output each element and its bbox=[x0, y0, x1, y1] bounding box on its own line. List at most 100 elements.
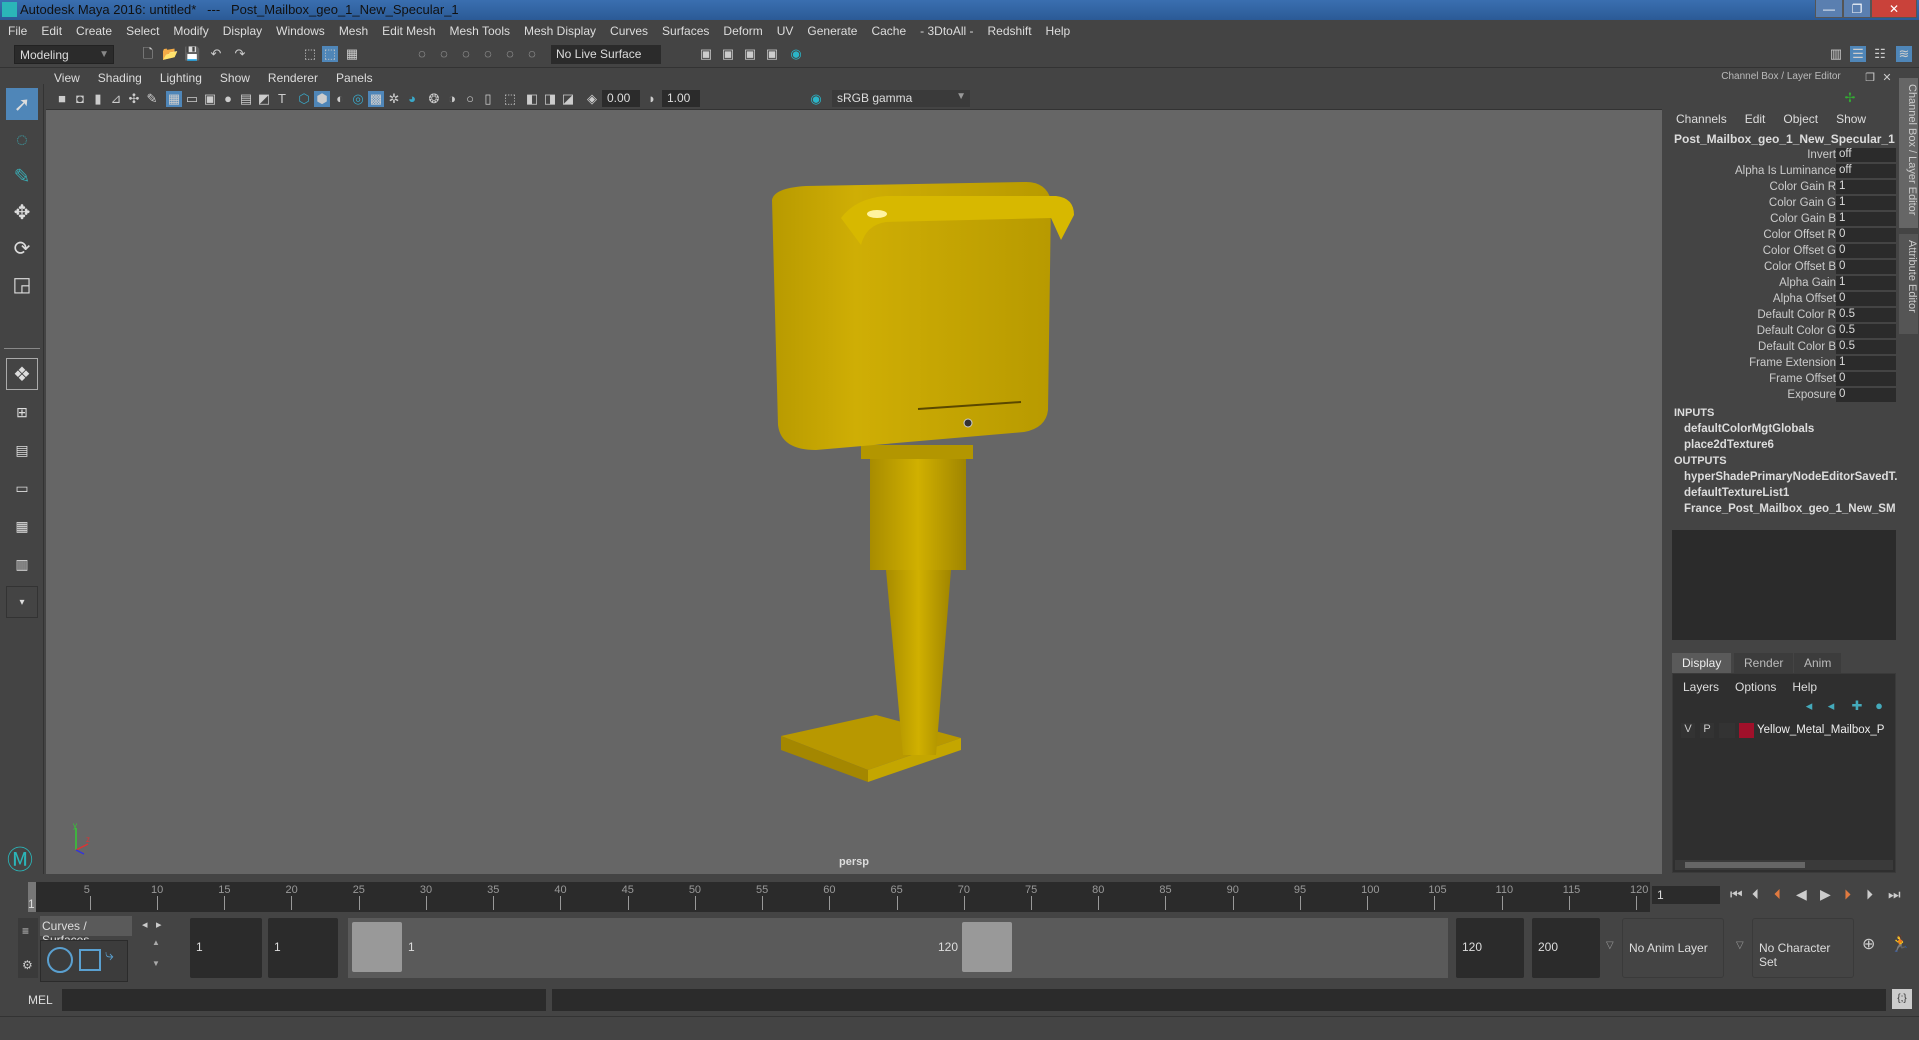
playback-start-field[interactable]: 1 bbox=[268, 918, 338, 978]
shelf-settings-gear-icon[interactable]: ⚙ bbox=[22, 958, 33, 972]
wireframe-icon[interactable]: ⬡ bbox=[296, 91, 312, 107]
modeling-toolkit-icon[interactable]: ▥ bbox=[1828, 46, 1844, 62]
attr-row[interactable]: Color Offset G0 bbox=[1664, 244, 1898, 260]
color-management-toggle-icon[interactable]: ◉ bbox=[808, 91, 824, 107]
attr-value[interactable]: 0 bbox=[1836, 372, 1896, 387]
single-view-layout-icon[interactable]: ❖ bbox=[6, 358, 38, 390]
shelf-menu-icon[interactable]: ≡ bbox=[22, 924, 29, 938]
move-layer-down-icon[interactable]: ◂ bbox=[1823, 698, 1839, 714]
exposure-field[interactable]: 0.00 bbox=[602, 90, 640, 107]
layer-row[interactable]: V P Yellow_Metal_Mailbox_P bbox=[1675, 722, 1895, 740]
shelf-scroll-down-icon[interactable]: ▼ bbox=[152, 959, 162, 968]
snap-point-icon[interactable]: ◌ bbox=[458, 46, 474, 62]
select-tool-icon[interactable]: ➚ bbox=[6, 88, 38, 120]
range-slider[interactable]: 1 120 bbox=[348, 918, 1448, 978]
output-node[interactable]: hyperShadePrimaryNodeEditorSavedT... bbox=[1684, 471, 1904, 483]
attr-value[interactable]: 1 bbox=[1836, 180, 1896, 195]
tab-anim[interactable]: Anim bbox=[1794, 653, 1842, 673]
viewport-menu-view[interactable]: View bbox=[54, 71, 80, 85]
xray-icon[interactable]: ◎ bbox=[350, 91, 366, 107]
menu-edit-mesh[interactable]: Edit Mesh bbox=[382, 24, 435, 38]
layer-menu-layers[interactable]: Layers bbox=[1683, 680, 1719, 694]
play-backwards-icon[interactable]: ◀ bbox=[1796, 886, 1807, 903]
cb-menu-edit[interactable]: Edit bbox=[1745, 112, 1766, 126]
menu-windows[interactable]: Windows bbox=[276, 24, 325, 38]
attr-row[interactable]: Color Gain G1 bbox=[1664, 196, 1898, 212]
attr-value[interactable]: 1 bbox=[1836, 196, 1896, 211]
attr-row[interactable]: Invert off bbox=[1664, 148, 1898, 164]
animation-end-field[interactable]: 200 bbox=[1532, 918, 1600, 978]
open-scene-icon[interactable]: 📂 bbox=[162, 46, 178, 62]
character-set-selector[interactable]: No Character Set bbox=[1752, 918, 1854, 978]
paint-select-tool-icon[interactable]: ✎ bbox=[6, 160, 38, 192]
resolution-gate-icon[interactable]: ▣ bbox=[202, 91, 218, 107]
new-layer-selected-icon[interactable]: ● bbox=[1871, 698, 1887, 714]
hypershade-layout-icon[interactable]: ▦ bbox=[6, 510, 38, 542]
viewport-menu-shading[interactable]: Shading bbox=[98, 71, 142, 85]
restore-button[interactable]: ❐ bbox=[1843, 0, 1871, 18]
hypershade-icon[interactable]: ◉ bbox=[788, 46, 804, 62]
mailbox-model[interactable] bbox=[772, 182, 1074, 782]
select-hierarchy-icon[interactable]: ⬚ bbox=[302, 46, 318, 62]
xray-active-icon[interactable]: ◨ bbox=[542, 91, 558, 107]
attr-row[interactable]: Alpha Gain 1 bbox=[1664, 276, 1898, 292]
command-input[interactable] bbox=[62, 989, 546, 1011]
viewport-menu-lighting[interactable]: Lighting bbox=[160, 71, 202, 85]
script-editor-icon[interactable]: {;} bbox=[1892, 989, 1912, 1009]
persp-outliner-graph-layout-icon[interactable]: ▥ bbox=[6, 548, 38, 580]
attribute-editor-toggle-icon[interactable]: ☰ bbox=[1850, 46, 1866, 62]
attr-row[interactable]: Color Offset B0 bbox=[1664, 260, 1898, 276]
snap-live-icon[interactable]: ◌ bbox=[524, 46, 540, 62]
attr-value[interactable]: off bbox=[1836, 148, 1896, 163]
menu-help[interactable]: Help bbox=[1046, 24, 1071, 38]
viewport-menu-panels[interactable]: Panels bbox=[336, 71, 373, 85]
bookmark-icon[interactable]: ▮ bbox=[90, 91, 106, 107]
step-forward-key-icon[interactable]: ⏵ bbox=[1844, 886, 1851, 903]
menu-edit[interactable]: Edit bbox=[41, 24, 62, 38]
attr-value[interactable]: 0 bbox=[1836, 228, 1896, 243]
attr-row[interactable]: Alpha Is Luminance off bbox=[1664, 164, 1898, 180]
shelf-tab-curves-surfaces[interactable]: Curves / Surfaces bbox=[40, 916, 132, 947]
gate-mask-icon[interactable]: ● bbox=[220, 91, 236, 107]
menu-modify[interactable]: Modify bbox=[173, 24, 208, 38]
attr-row[interactable]: Alpha Offset 0 bbox=[1664, 292, 1898, 308]
menu-surfaces[interactable]: Surfaces bbox=[662, 24, 709, 38]
shelf-tab-prev-icon[interactable]: ◂ bbox=[142, 918, 148, 931]
attr-row[interactable]: Default Color B 0.5 bbox=[1664, 340, 1898, 356]
menu-curves[interactable]: Curves bbox=[610, 24, 648, 38]
tab-attribute-editor[interactable]: Attribute Editor bbox=[1899, 234, 1918, 334]
image-plane-icon[interactable]: ⊿ bbox=[108, 91, 124, 107]
isolate-select-icon[interactable]: ⬚ bbox=[502, 91, 518, 107]
current-frame-field[interactable]: 1 bbox=[1652, 886, 1720, 904]
attr-row[interactable]: Frame Extension 1 bbox=[1664, 356, 1898, 372]
menu-redshift[interactable]: Redshift bbox=[988, 24, 1032, 38]
depth-of-field-icon[interactable]: ▯ bbox=[480, 91, 496, 107]
new-scene-icon[interactable]: 🗋 bbox=[140, 46, 156, 62]
close-panel-icon[interactable]: ✕ bbox=[1879, 70, 1895, 86]
textured-icon[interactable]: ▩ bbox=[368, 91, 384, 107]
attr-value[interactable]: 1 bbox=[1836, 356, 1896, 371]
select-object-icon[interactable]: ⬚ bbox=[322, 46, 338, 62]
film-gate-icon[interactable]: ▭ bbox=[184, 91, 200, 107]
layer-menu-help[interactable]: Help bbox=[1792, 680, 1817, 694]
close-button[interactable]: ✕ bbox=[1871, 0, 1917, 18]
cb-menu-channels[interactable]: Channels bbox=[1676, 112, 1727, 126]
save-scene-icon[interactable]: 💾 bbox=[184, 46, 200, 62]
motion-blur-icon[interactable]: ◑ bbox=[444, 91, 460, 107]
redo-icon[interactable]: ↷ bbox=[232, 46, 248, 62]
shelf-scroll-up-icon[interactable]: ▲ bbox=[152, 938, 162, 947]
menu-mesh-display[interactable]: Mesh Display bbox=[524, 24, 596, 38]
input-node[interactable]: place2dTexture6 bbox=[1684, 439, 1774, 451]
snap-curve-icon[interactable]: ◌ bbox=[436, 46, 452, 62]
attr-row[interactable]: Default Color G 0.5 bbox=[1664, 324, 1898, 340]
input-node[interactable]: defaultColorMgtGlobals bbox=[1684, 423, 1814, 435]
render-view-icon[interactable]: ▣ bbox=[698, 46, 714, 62]
ipr-render-icon[interactable]: ▣ bbox=[742, 46, 758, 62]
attr-value[interactable]: 1 bbox=[1836, 212, 1896, 227]
layer-color-swatch[interactable] bbox=[1739, 723, 1754, 738]
output-node[interactable]: France_Post_Mailbox_geo_1_New_SM bbox=[1684, 503, 1896, 515]
two-d-pan-zoom-icon[interactable]: ✣ bbox=[126, 91, 142, 107]
render-frame-icon[interactable]: ▣ bbox=[720, 46, 736, 62]
attr-row[interactable]: Exposure 0 bbox=[1664, 388, 1898, 404]
animation-start-field[interactable]: 1 bbox=[190, 918, 262, 978]
